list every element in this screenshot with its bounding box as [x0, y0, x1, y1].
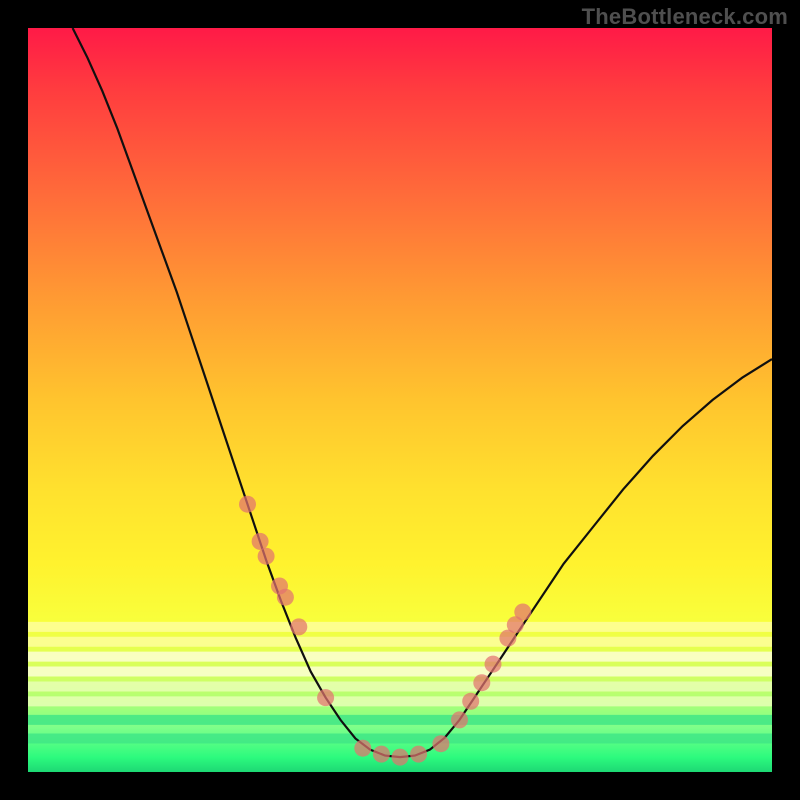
curve-marker [239, 496, 256, 513]
curve-marker [462, 693, 479, 710]
curve-marker [432, 735, 449, 752]
curve-marker [290, 618, 307, 635]
curve-marker [410, 746, 427, 763]
bottleneck-curve [73, 28, 772, 757]
plot-area [28, 28, 772, 772]
chart-frame: TheBottleneck.com [0, 0, 800, 800]
curve-marker [451, 711, 468, 728]
curve-marker [354, 740, 371, 757]
curve-marker [392, 749, 409, 766]
curve-marker [317, 689, 334, 706]
watermark-text: TheBottleneck.com [582, 4, 788, 30]
highlight-bands [28, 627, 772, 739]
curve-marker [258, 548, 275, 565]
curve-marker [252, 533, 269, 550]
curve-marker [485, 656, 502, 673]
curve-marker [373, 746, 390, 763]
curve-marker [514, 604, 531, 621]
curve-marker [277, 589, 294, 606]
curve-marker [473, 674, 490, 691]
plot-svg [28, 28, 772, 772]
